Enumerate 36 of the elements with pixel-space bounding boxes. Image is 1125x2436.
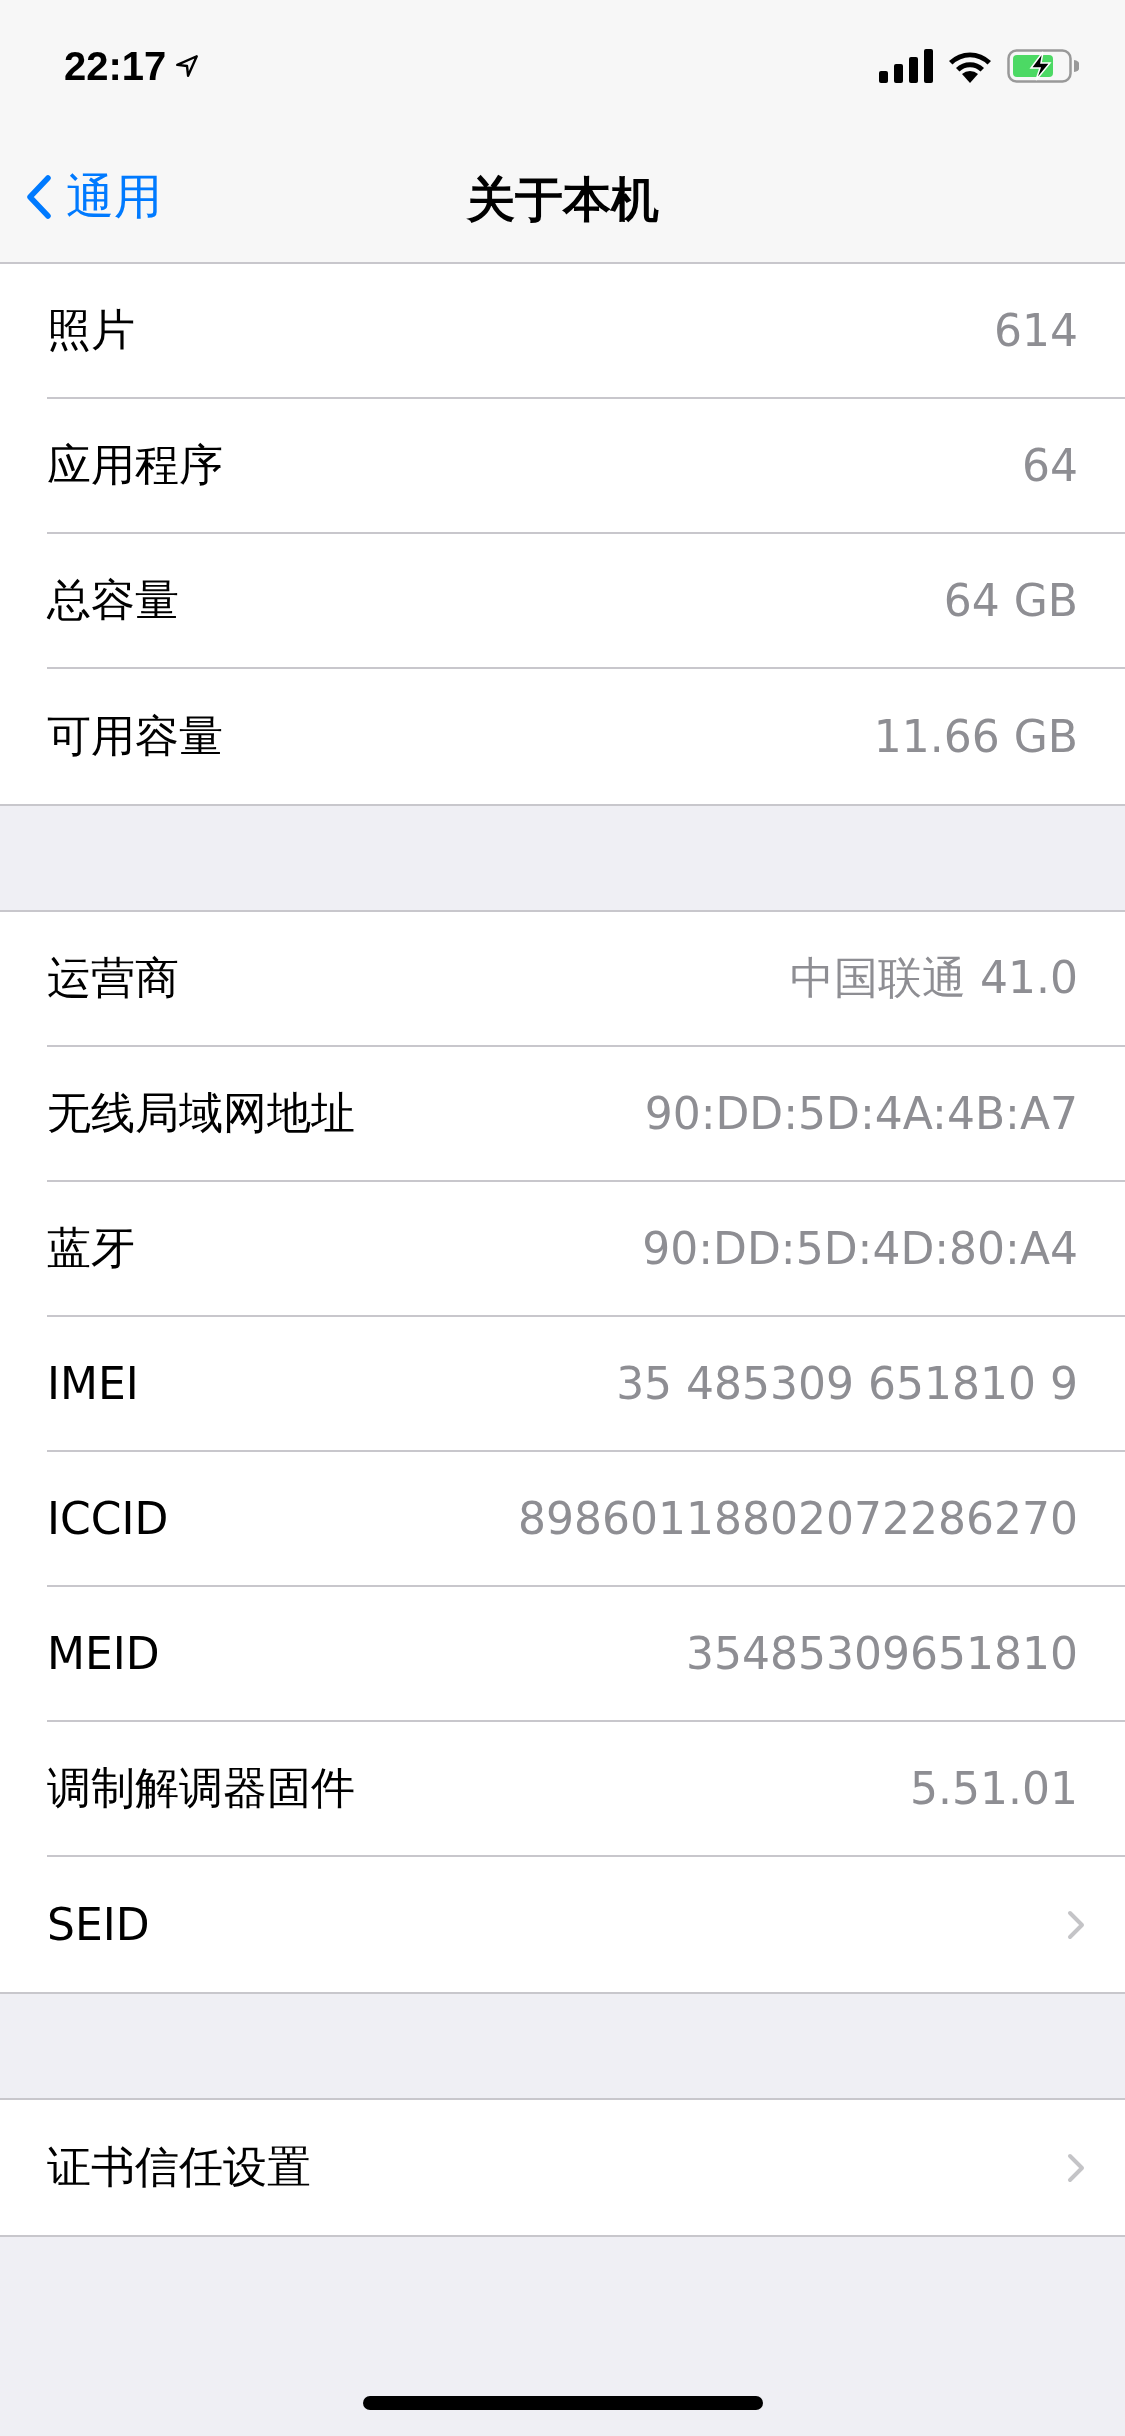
row-value: 90:DD:5D:4D:80:A4 — [642, 1223, 1078, 1274]
row-label: 总容量 — [47, 573, 179, 627]
row-value: 90:DD:5D:4A:4B:A7 — [644, 1088, 1078, 1139]
row-label: 调制解调器固件 — [47, 1761, 355, 1815]
row-value: 614 — [994, 305, 1078, 356]
chevron-right-icon — [1067, 1909, 1085, 1940]
status-time: 22:17 — [64, 43, 167, 89]
row-label: 蓝牙 — [47, 1221, 135, 1275]
row-label: MEID — [47, 1628, 160, 1679]
row-label: 运营商 — [47, 951, 179, 1005]
row-label: SEID — [47, 1899, 150, 1950]
row-label: 无线局域网地址 — [47, 1086, 355, 1140]
row-value: 35485309651810 — [686, 1628, 1078, 1679]
back-button[interactable]: 通用 — [0, 165, 162, 229]
row-label: IMEI — [47, 1358, 139, 1409]
row-value: 11.66 GB — [873, 711, 1078, 762]
chevron-right-icon — [1067, 2152, 1085, 2183]
row-label: 应用程序 — [47, 438, 223, 492]
row-label: 证书信任设置 — [47, 2140, 311, 2194]
row-value: 5.51.01 — [910, 1763, 1078, 1814]
home-indicator[interactable] — [362, 2396, 763, 2410]
row-value: 64 GB — [943, 575, 1078, 626]
location-arrow-icon — [174, 53, 201, 79]
row-value: 35 485309 651810 9 — [616, 1358, 1078, 1409]
row-label: 照片 — [47, 303, 135, 357]
row-label: ICCID — [47, 1493, 169, 1544]
row-value: 64 — [1022, 440, 1078, 491]
wifi-icon — [947, 49, 993, 83]
signal-icon — [879, 49, 933, 83]
settings-row[interactable]: SEID — [47, 1857, 1125, 1992]
chevron-left-icon — [26, 175, 52, 219]
row-label: 可用容量 — [47, 709, 223, 763]
page-title: 关于本机 — [466, 170, 659, 229]
row-value: 中国联通 41.0 — [790, 951, 1078, 1005]
row-value: 89860118802072286270 — [518, 1493, 1078, 1544]
battery-charging-icon — [1007, 49, 1079, 83]
